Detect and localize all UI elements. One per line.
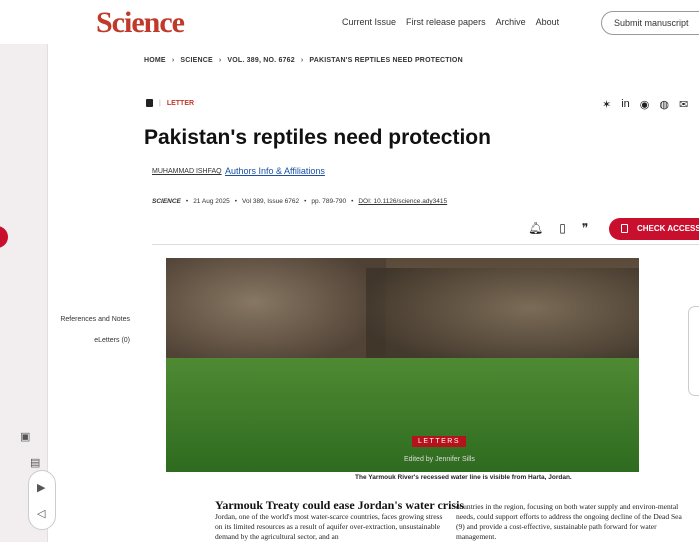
article-type-row: | LETTER bbox=[146, 99, 194, 107]
article-type: LETTER bbox=[166, 99, 195, 107]
chevron-right-icon: › bbox=[171, 57, 175, 64]
section-toc: References and Notes eLetters (0) bbox=[60, 316, 130, 358]
nav-first-release[interactable]: First release papers bbox=[406, 17, 486, 27]
rail-action-group: ▶ ◁ bbox=[28, 470, 56, 530]
journal-name: SCIENCE bbox=[152, 198, 181, 205]
table-icon[interactable]: ▤ bbox=[30, 456, 40, 469]
preview-column-2: countries in the region, focusing on bot… bbox=[456, 502, 682, 541]
image-icon[interactable]: ▣ bbox=[20, 430, 30, 443]
hero-image: LETTERS Edited by Jennifer Sills bbox=[166, 258, 639, 472]
divider: | bbox=[159, 99, 161, 107]
meta-dot: • bbox=[234, 198, 237, 205]
author-name[interactable]: MUHAMMAD ISHFAQ bbox=[152, 168, 222, 175]
bell-icon[interactable]: 🔔︎ bbox=[528, 221, 543, 235]
bookmark-icon[interactable]: ▯ bbox=[559, 221, 566, 235]
breadcrumb: HOME › SCIENCE › VOL. 389, NO. 6762 › PA… bbox=[144, 57, 463, 64]
science-logo[interactable]: Science bbox=[96, 6, 185, 40]
left-tool-rail bbox=[0, 44, 48, 542]
chevron-right-icon: › bbox=[218, 57, 222, 64]
submit-manuscript-button[interactable]: Submit manuscript bbox=[601, 11, 699, 35]
publish-date: 21 Aug 2025 bbox=[193, 198, 230, 205]
play-icon[interactable]: ▶ bbox=[37, 481, 45, 494]
article-meta: SCIENCE • 21 Aug 2025 • Vol 389, Issue 6… bbox=[152, 198, 447, 205]
share-icon[interactable]: ◁ bbox=[37, 507, 45, 520]
crumb-article: PAKISTAN'S REPTILES NEED PROTECTION bbox=[309, 57, 463, 64]
nav-about[interactable]: About bbox=[536, 17, 560, 27]
reddit-icon[interactable]: ◉ bbox=[640, 98, 650, 111]
lock-icon bbox=[621, 224, 628, 233]
preview-column-1: Jordan, one of the world's most water-sc… bbox=[215, 512, 443, 541]
chevron-right-icon: › bbox=[300, 57, 304, 64]
hero-grass bbox=[166, 358, 639, 472]
crumb-issue[interactable]: VOL. 389, NO. 6762 bbox=[227, 57, 294, 64]
edited-by: Edited by Jennifer Sills bbox=[404, 456, 475, 463]
lock-icon bbox=[146, 99, 153, 107]
preview-headline: Yarmouk Treaty could ease Jordan's water… bbox=[215, 498, 465, 512]
article-title: Pakistan's reptiles need protection bbox=[144, 126, 491, 149]
bluesky-icon[interactable]: ✶ bbox=[602, 98, 611, 111]
article-actions: 🔔︎ ▯ ❞ bbox=[528, 221, 588, 235]
crumb-journal[interactable]: SCIENCE bbox=[180, 57, 213, 64]
primary-nav: Current Issue First release papers Archi… bbox=[342, 17, 559, 27]
meta-dot: • bbox=[351, 198, 354, 205]
nav-current-issue[interactable]: Current Issue bbox=[342, 17, 396, 27]
share-links: ✶ in ◉ ◍ ✉ bbox=[602, 98, 688, 111]
divider bbox=[152, 244, 699, 245]
toc-eletters[interactable]: eLetters (0) bbox=[60, 337, 130, 344]
page-range: pp. 789-790 bbox=[311, 198, 347, 205]
right-tool-rail[interactable] bbox=[688, 306, 699, 396]
cite-icon[interactable]: ❞ bbox=[582, 221, 588, 235]
email-icon[interactable]: ✉ bbox=[679, 98, 688, 111]
letters-tag: LETTERS bbox=[412, 436, 467, 447]
check-access-button[interactable]: CHECK ACCESS bbox=[609, 218, 699, 240]
check-access-label: CHECK ACCESS bbox=[637, 224, 699, 233]
top-navigation: Science Current Issue First release pape… bbox=[0, 0, 699, 44]
volume-issue: Vol 389, Issue 6762 bbox=[241, 198, 300, 205]
crumb-home[interactable]: HOME bbox=[144, 57, 166, 64]
toc-references[interactable]: References and Notes bbox=[60, 316, 130, 323]
meta-dot: • bbox=[185, 198, 189, 205]
nav-archive[interactable]: Archive bbox=[496, 17, 526, 27]
doi-link[interactable]: DOI: 10.1126/science.ady3415 bbox=[358, 198, 447, 205]
image-caption: The Yarmouk River's recessed water line … bbox=[355, 474, 572, 481]
linkedin-icon[interactable]: in bbox=[621, 98, 630, 111]
meta-dot: • bbox=[304, 198, 307, 205]
wechat-icon[interactable]: ◍ bbox=[659, 98, 669, 111]
hero-rock-right bbox=[366, 268, 639, 368]
affiliations-link[interactable]: Authors Info & Affiliations bbox=[225, 166, 325, 176]
hero-rock-left bbox=[166, 258, 386, 368]
